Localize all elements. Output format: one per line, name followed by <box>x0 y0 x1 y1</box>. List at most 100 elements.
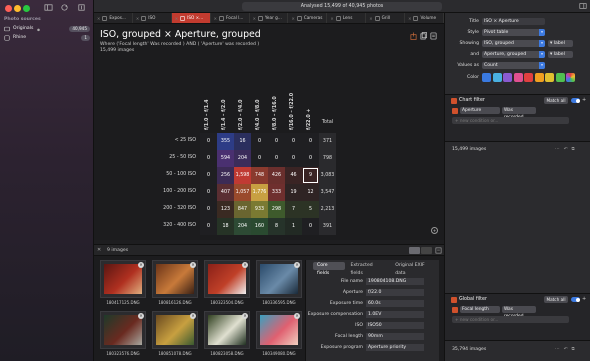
tab-close-icon[interactable]: ✕ <box>175 16 178 21</box>
thumbnail-badge-icon[interactable]: ✕ <box>138 313 144 319</box>
grid-view-icon[interactable] <box>409 247 420 254</box>
color-swatch[interactable] <box>524 73 533 82</box>
tab-chart[interactable]: ✕ Cameras <box>288 13 328 23</box>
list-view-icon[interactable] <box>421 247 432 254</box>
condition-operator-popup[interactable]: Was recorded... <box>502 306 536 319</box>
showing-label-button[interactable]: ▾ label <box>548 40 573 47</box>
pivot-cell[interactable]: 204 <box>234 218 251 235</box>
column-header[interactable]: f/22.0 + <box>302 90 318 130</box>
zoom-button[interactable]: + <box>431 227 438 234</box>
pivot-cell[interactable]: 1,776 <box>251 184 268 201</box>
pivot-cell[interactable]: 0 <box>200 167 217 184</box>
column-header[interactable]: f/2.0 – f/4.0 <box>234 90 250 130</box>
condition-field-popup[interactable]: Aperture <box>460 107 500 114</box>
pivot-cell[interactable]: 8 <box>268 218 285 235</box>
global-filter-checkbox[interactable] <box>451 297 457 303</box>
metadata-value[interactable]: 1.0EV <box>366 311 424 318</box>
pivot-cell[interactable]: 1 <box>285 218 302 235</box>
pivot-cell[interactable]: 0 <box>285 150 302 167</box>
new-condition-field[interactable]: + new condition or... <box>452 117 569 124</box>
zoom-window-button[interactable] <box>23 5 30 12</box>
condition-checkbox[interactable] <box>452 306 458 313</box>
tab-chart[interactable]: ✕ Volume <box>405 13 445 23</box>
column-header[interactable]: f/1.0 – f/1.4 <box>200 90 216 130</box>
pivot-cell[interactable]: 407 <box>217 184 234 201</box>
pivot-cell[interactable]: 7 <box>285 201 302 218</box>
pivot-cell[interactable]: 16 <box>234 133 251 150</box>
title-field[interactable]: ISO × Aperture <box>482 18 545 25</box>
tab-chart[interactable]: ✕ ISO <box>133 13 172 23</box>
thumbnail-badge-icon[interactable]: ✕ <box>242 262 248 268</box>
tab-core-fields[interactable]: Core fields <box>313 262 345 276</box>
color-swatch[interactable] <box>545 73 554 82</box>
photo-thumbnail[interactable]: ✕ <box>152 311 198 349</box>
options-icon[interactable]: ⋯ <box>555 347 560 353</box>
source-item-originals[interactable]: Originals 40,945 <box>4 25 90 33</box>
row-header[interactable]: 320 - 400 ISO <box>136 223 196 229</box>
row-header[interactable]: 200 - 320 ISO <box>136 206 196 212</box>
column-header[interactable]: f/16.0 – f/22.0 <box>285 90 301 130</box>
column-header[interactable]: f/1.4 – f/2.0 <box>217 90 233 130</box>
pivot-cell[interactable]: 46 <box>285 167 302 184</box>
metadata-value[interactable]: ISO50 <box>366 322 424 329</box>
add-filter-icon[interactable]: + <box>582 296 586 302</box>
photo-thumbnail[interactable]: ✕ <box>100 260 146 298</box>
new-condition-field[interactable]: + new condition or... <box>452 316 569 323</box>
condition-operator-popup[interactable]: Was recorded... <box>502 107 536 120</box>
undo-icon[interactable]: ↶ <box>564 347 568 353</box>
tab-close-icon[interactable]: ✕ <box>136 16 139 21</box>
pivot-cell[interactable]: 12 <box>302 184 319 201</box>
pivot-cell[interactable]: 9 <box>302 167 319 184</box>
photo-thumbnail[interactable]: ✕ <box>152 260 198 298</box>
pivot-cell[interactable]: 0 <box>285 133 302 150</box>
pivot-cell[interactable]: 0 <box>302 218 319 235</box>
row-header[interactable]: < 25 ISO <box>136 138 196 144</box>
color-swatch[interactable] <box>492 73 502 82</box>
metadata-value[interactable]: 190804108.DNG <box>366 278 424 285</box>
inspector-toggle-icon[interactable] <box>579 2 587 10</box>
thumbnail-badge-icon[interactable]: ✕ <box>294 313 300 319</box>
tab-chart[interactable]: ✕ Expos... <box>94 13 133 23</box>
photo-thumbnail[interactable]: ✕ <box>204 260 250 298</box>
import-icon[interactable] <box>77 3 86 12</box>
copy-icon[interactable]: ⧉ <box>571 147 574 153</box>
pivot-cell[interactable]: 204 <box>234 150 251 167</box>
photo-thumbnail[interactable]: ✕ <box>204 311 250 349</box>
photo-thumbnail[interactable]: ✕ <box>100 311 146 349</box>
pivot-cell[interactable]: 123 <box>217 201 234 218</box>
tab-original-exif[interactable]: Original EXIF data <box>391 262 439 276</box>
color-swatch[interactable] <box>503 73 512 82</box>
thumbnail-badge-icon[interactable]: ✕ <box>138 262 144 268</box>
export-icon[interactable] <box>430 32 437 40</box>
tab-close-icon[interactable]: ✕ <box>291 16 294 21</box>
condition-field-popup[interactable]: Focal length <box>460 306 500 313</box>
pivot-cell[interactable]: 847 <box>234 201 251 218</box>
chart-filter-checkbox[interactable] <box>451 98 457 104</box>
pivot-cell[interactable]: 0 <box>268 133 285 150</box>
pivot-cell[interactable]: 0 <box>251 150 268 167</box>
thumbnail-badge-icon[interactable]: ✕ <box>190 262 196 268</box>
undo-icon[interactable]: ↶ <box>564 147 568 153</box>
color-swatch[interactable] <box>566 73 575 82</box>
chart-filter-toggle[interactable] <box>571 98 580 103</box>
pivot-cell[interactable]: 0 <box>302 150 319 167</box>
copy-icon[interactable]: ⧉ <box>571 347 574 353</box>
pivot-cell[interactable]: 0 <box>200 150 217 167</box>
global-filter-toggle[interactable] <box>571 297 580 302</box>
pivot-cell[interactable]: 19 <box>285 184 302 201</box>
pivot-cell[interactable]: 355 <box>217 133 234 150</box>
sidebar-toggle-icon[interactable] <box>44 3 53 12</box>
row-header[interactable]: 50 - 100 ISO <box>136 172 196 178</box>
tab-close-icon[interactable]: ✕ <box>408 16 411 21</box>
metadata-value[interactable]: f/22.0 <box>366 289 424 296</box>
tab-close-icon[interactable]: ✕ <box>214 16 217 21</box>
share-icon[interactable] <box>410 32 417 40</box>
pivot-cell[interactable]: 0 <box>200 218 217 235</box>
photo-thumbnail[interactable]: ✕ <box>256 311 302 349</box>
style-popup[interactable]: Pivot table ▾ <box>482 29 545 36</box>
and-label-button[interactable]: ▾ label <box>548 51 573 58</box>
tab-close-icon[interactable]: ✕ <box>253 16 256 21</box>
thumbnail-badge-icon[interactable]: ✕ <box>242 313 248 319</box>
sync-icon[interactable] <box>60 3 69 12</box>
color-swatch[interactable] <box>513 73 523 82</box>
